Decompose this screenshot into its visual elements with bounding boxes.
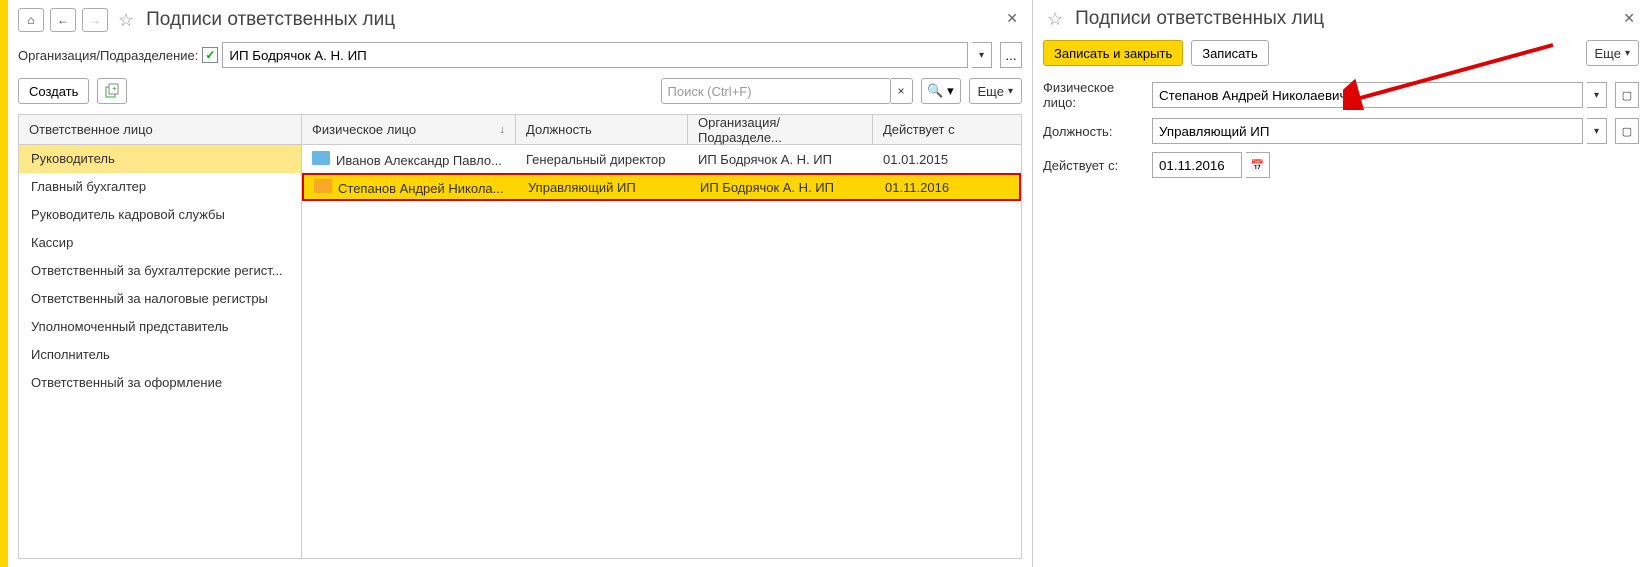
date-input[interactable] — [1152, 152, 1242, 178]
svg-text:+: + — [112, 84, 117, 93]
table-row[interactable]: Степанов Андрей Никола... Управляющий ИП… — [302, 173, 1021, 201]
save-button[interactable]: Записать — [1191, 40, 1269, 66]
th-date[interactable]: Действует с — [873, 115, 1001, 144]
calendar-icon[interactable]: 📅 — [1246, 152, 1270, 178]
list-item[interactable]: Уполномоченный представитель — [19, 313, 301, 341]
phys-label: Физическое лицо: — [1043, 80, 1148, 110]
pos-input[interactable] — [1152, 118, 1583, 144]
search-clear-button[interactable]: × — [891, 78, 913, 104]
list-item[interactable]: Ответственный за налоговые регистры — [19, 285, 301, 313]
th-org[interactable]: Организация/Подразделе... — [688, 115, 873, 144]
org-filter-checkbox[interactable]: ✓ — [202, 47, 218, 63]
pos-label: Должность: — [1043, 124, 1148, 139]
search-input[interactable]: Поиск (Ctrl+F) — [661, 78, 891, 104]
org-filter-input[interactable] — [222, 42, 968, 68]
list-header: Ответственное лицо — [19, 115, 301, 145]
create-button[interactable]: Создать — [18, 78, 89, 104]
list-item[interactable]: Ответственный за бухгалтерские регист... — [19, 257, 301, 285]
detail-more-button[interactable]: Еще▾ — [1586, 40, 1639, 66]
list-item[interactable]: Кассир — [19, 229, 301, 257]
list-item[interactable]: Руководитель кадровой службы — [19, 201, 301, 229]
forward-button: → — [82, 8, 108, 32]
star-icon[interactable]: ☆ — [1047, 9, 1063, 30]
close-button[interactable]: ✕ — [1006, 10, 1018, 27]
org-filter-label: Организация/Подразделение: — [18, 48, 198, 63]
th-pos[interactable]: Должность — [516, 115, 688, 144]
sort-icon: ↓ — [500, 124, 506, 136]
phys-dropdown[interactable]: ▾ — [1587, 82, 1607, 108]
row-icon — [314, 179, 332, 193]
list-item[interactable]: Главный бухгалтер — [19, 173, 301, 201]
phys-input[interactable] — [1152, 82, 1583, 108]
detail-close-button[interactable]: ✕ — [1623, 10, 1635, 27]
table-row[interactable]: Иванов Александр Павло... Генеральный ди… — [302, 145, 1021, 173]
search-dropdown-button[interactable]: 🔍 ▾ — [921, 78, 961, 104]
list-item[interactable]: Исполнитель — [19, 341, 301, 369]
pos-open-button[interactable]: ▢ — [1615, 118, 1639, 144]
row-icon — [312, 151, 330, 165]
save-close-button[interactable]: Записать и закрыть — [1043, 40, 1183, 66]
copy-button[interactable]: + — [97, 78, 127, 104]
list-item[interactable]: Ответственный за оформление — [19, 369, 301, 397]
pos-dropdown[interactable]: ▾ — [1587, 118, 1607, 144]
date-label: Действует с: — [1043, 158, 1148, 173]
list-item[interactable]: Руководитель — [19, 145, 301, 173]
star-icon[interactable]: ☆ — [118, 10, 134, 31]
org-filter-dropdown[interactable]: ▾ — [972, 42, 992, 68]
th-phys[interactable]: Физическое лицо↓ — [302, 115, 516, 144]
phys-open-button[interactable]: ▢ — [1615, 82, 1639, 108]
home-button[interactable]: ⌂ — [18, 8, 44, 32]
page-title: Подписи ответственных лиц — [146, 9, 395, 31]
back-button[interactable]: ← — [50, 8, 76, 32]
detail-title: Подписи ответственных лиц — [1075, 8, 1324, 30]
org-filter-ellipsis[interactable]: ... — [1000, 42, 1022, 68]
more-button[interactable]: Еще▾ — [969, 78, 1022, 104]
